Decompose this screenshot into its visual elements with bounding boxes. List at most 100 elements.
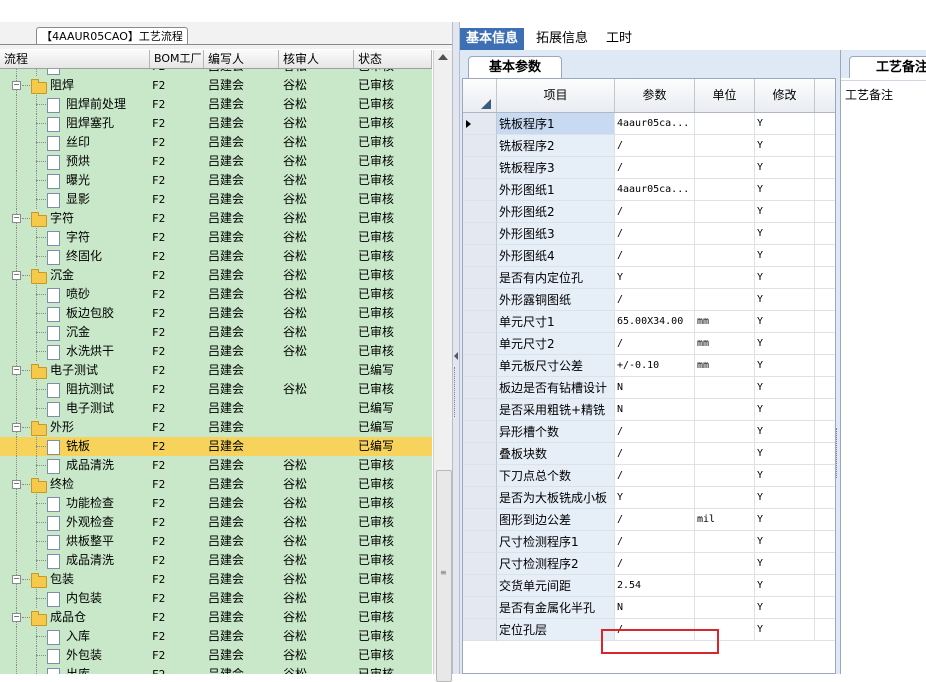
- parameter-cell[interactable]: /: [615, 223, 695, 245]
- row-selector[interactable]: [463, 509, 497, 531]
- row-selector[interactable]: [463, 421, 497, 443]
- parameter-cell[interactable]: /: [615, 553, 695, 575]
- row-selector[interactable]: [463, 333, 497, 355]
- tab-basic-parameters[interactable]: 基本参数: [468, 56, 562, 79]
- row-selector[interactable]: [463, 113, 497, 135]
- tree-row[interactable]: 外包装 F2 吕建会 谷松 已审核: [0, 646, 432, 665]
- column-header-modify[interactable]: 修改: [755, 79, 815, 112]
- parameter-row[interactable]: 是否为大板铣成小板 Y Y: [463, 487, 835, 509]
- tree-row[interactable]: 水洗烘干 F2 吕建会 谷松 已审核: [0, 342, 432, 361]
- parameter-row[interactable]: 异形槽个数 / Y: [463, 421, 835, 443]
- unit-cell[interactable]: mm: [695, 311, 755, 333]
- row-selector[interactable]: [463, 443, 497, 465]
- column-header-process[interactable]: 流程: [0, 50, 150, 68]
- row-selector[interactable]: [463, 575, 497, 597]
- parameter-cell[interactable]: N: [615, 399, 695, 421]
- row-selector[interactable]: [463, 311, 497, 333]
- tree-row[interactable]: 成品清洗 F2 吕建会 谷松 已审核: [0, 456, 432, 475]
- unit-cell[interactable]: [695, 531, 755, 553]
- collapse-toggle-icon[interactable]: −: [12, 214, 21, 223]
- tree-group-row[interactable]: − 外形 F2 吕建会 已编写: [0, 418, 432, 437]
- tree-row[interactable]: 板边包胶 F2 吕建会 谷松 已审核: [0, 304, 432, 323]
- tree-row[interactable]: 功能检查 F2 吕建会 谷松 已审核: [0, 494, 432, 513]
- parameter-cell[interactable]: /: [615, 245, 695, 267]
- parameter-row[interactable]: 尺寸检测程序2/ Y: [463, 553, 835, 575]
- unit-cell[interactable]: [695, 245, 755, 267]
- tree-vertical-scrollbar[interactable]: ≡: [433, 50, 453, 682]
- unit-cell[interactable]: [695, 223, 755, 245]
- tree-row[interactable]: 烘板整平 F2 吕建会 谷松 已审核: [0, 532, 432, 551]
- scrollbar-thumb[interactable]: ≡: [436, 470, 452, 682]
- scroll-up-arrow-icon[interactable]: [438, 54, 448, 60]
- parameter-row[interactable]: 图形到边公差 / mil Y: [463, 509, 835, 531]
- tab-basic-info[interactable]: 基本信息: [460, 28, 525, 50]
- row-selector[interactable]: [463, 201, 497, 223]
- tree-group-row[interactable]: − 终检 F2 吕建会 谷松 已审核: [0, 475, 432, 494]
- tree-row[interactable]: 丝印 F2 吕建会 谷松 已审核: [0, 133, 432, 152]
- modify-cell[interactable]: Y: [755, 421, 815, 443]
- modify-cell[interactable]: Y: [755, 245, 815, 267]
- modify-cell[interactable]: Y: [755, 509, 815, 531]
- collapse-left-arrow-icon[interactable]: [454, 352, 458, 360]
- tree-row[interactable]: 电子测试 F2 吕建会 已编写: [0, 399, 432, 418]
- parameter-cell[interactable]: 4aaur05ca...: [615, 179, 695, 201]
- unit-cell[interactable]: mil: [695, 509, 755, 531]
- row-selector[interactable]: [463, 245, 497, 267]
- column-header-bom-factory[interactable]: BOM工厂: [150, 50, 204, 68]
- unit-cell[interactable]: [695, 179, 755, 201]
- modify-cell[interactable]: Y: [755, 113, 815, 135]
- modify-cell[interactable]: Y: [755, 201, 815, 223]
- modify-cell[interactable]: Y: [755, 179, 815, 201]
- parameter-row[interactable]: 外形图纸1 4aaur05ca... Y: [463, 179, 835, 201]
- modify-cell[interactable]: Y: [755, 311, 815, 333]
- parameter-row[interactable]: 铣板程序1 4aaur05ca... Y: [463, 113, 835, 135]
- unit-cell[interactable]: [695, 421, 755, 443]
- row-selector[interactable]: [463, 289, 497, 311]
- collapse-toggle-icon[interactable]: −: [12, 271, 21, 280]
- column-header-reviewer[interactable]: 核审人: [279, 50, 354, 68]
- parameter-cell[interactable]: /: [615, 201, 695, 223]
- tree-row[interactable]: 字符 F2 吕建会 谷松 已审核: [0, 228, 432, 247]
- unit-cell[interactable]: [695, 201, 755, 223]
- parameter-row[interactable]: 是否有内定位孔 Y Y: [463, 267, 835, 289]
- parameter-row[interactable]: 外形露铜图纸 / Y: [463, 289, 835, 311]
- parameter-cell[interactable]: 2.54: [615, 575, 695, 597]
- parameter-cell[interactable]: /: [615, 509, 695, 531]
- column-header-writer[interactable]: 编写人: [204, 50, 279, 68]
- row-selector[interactable]: [463, 223, 497, 245]
- parameter-row[interactable]: 单元板尺寸公差 +/-0.10 mm Y: [463, 355, 835, 377]
- parameter-cell[interactable]: /: [615, 421, 695, 443]
- collapse-toggle-icon[interactable]: −: [12, 366, 21, 375]
- tree-row[interactable]: 内包装 F2 吕建会 谷松 已审核: [0, 589, 432, 608]
- modify-cell[interactable]: Y: [755, 531, 815, 553]
- parameter-cell[interactable]: +/-0.10: [615, 355, 695, 377]
- row-selector[interactable]: [463, 179, 497, 201]
- collapse-toggle-icon[interactable]: −: [12, 575, 21, 584]
- collapse-toggle-icon[interactable]: −: [12, 423, 21, 432]
- unit-cell[interactable]: [695, 487, 755, 509]
- parameter-cell[interactable]: /: [615, 289, 695, 311]
- unit-cell[interactable]: mm: [695, 355, 755, 377]
- tree-row[interactable]: 出库 F2 吕建会 谷松 已审核: [0, 665, 432, 674]
- collapse-toggle-icon[interactable]: −: [12, 81, 21, 90]
- parameter-row[interactable]: 铣板程序3/ Y: [463, 157, 835, 179]
- tree-row[interactable]: 阻焊前处理 F2 吕建会 谷松 已审核: [0, 95, 432, 114]
- parameter-cell[interactable]: 65.00X34.00: [615, 311, 695, 333]
- tree-row[interactable]: 外观检查 F2 吕建会 谷松 已审核: [0, 513, 432, 532]
- parameter-row[interactable]: 是否有金属化半孔 N Y: [463, 597, 835, 619]
- parameter-row[interactable]: 是否采用粗铣+精铣 N Y: [463, 399, 835, 421]
- row-selector[interactable]: [463, 399, 497, 421]
- tree-group-row[interactable]: − 沉金 F2 吕建会 谷松 已审核: [0, 266, 432, 285]
- modify-cell[interactable]: Y: [755, 223, 815, 245]
- tree-row[interactable]: 入库 F2 吕建会 谷松 已审核: [0, 627, 432, 646]
- parameter-cell[interactable]: /: [615, 465, 695, 487]
- parameter-row[interactable]: 铣板程序2/ Y: [463, 135, 835, 157]
- modify-cell[interactable]: Y: [755, 289, 815, 311]
- row-selector[interactable]: [463, 553, 497, 575]
- column-header-unit[interactable]: 单位: [695, 79, 755, 112]
- parameter-row[interactable]: 单元尺寸1 65.00X34.00 mm Y: [463, 311, 835, 333]
- tree-row[interactable]: 沉金 F2 吕建会 谷松 已审核: [0, 323, 432, 342]
- unit-cell[interactable]: [695, 575, 755, 597]
- parameter-row[interactable]: 外形图纸3/ Y: [463, 223, 835, 245]
- row-selector[interactable]: [463, 135, 497, 157]
